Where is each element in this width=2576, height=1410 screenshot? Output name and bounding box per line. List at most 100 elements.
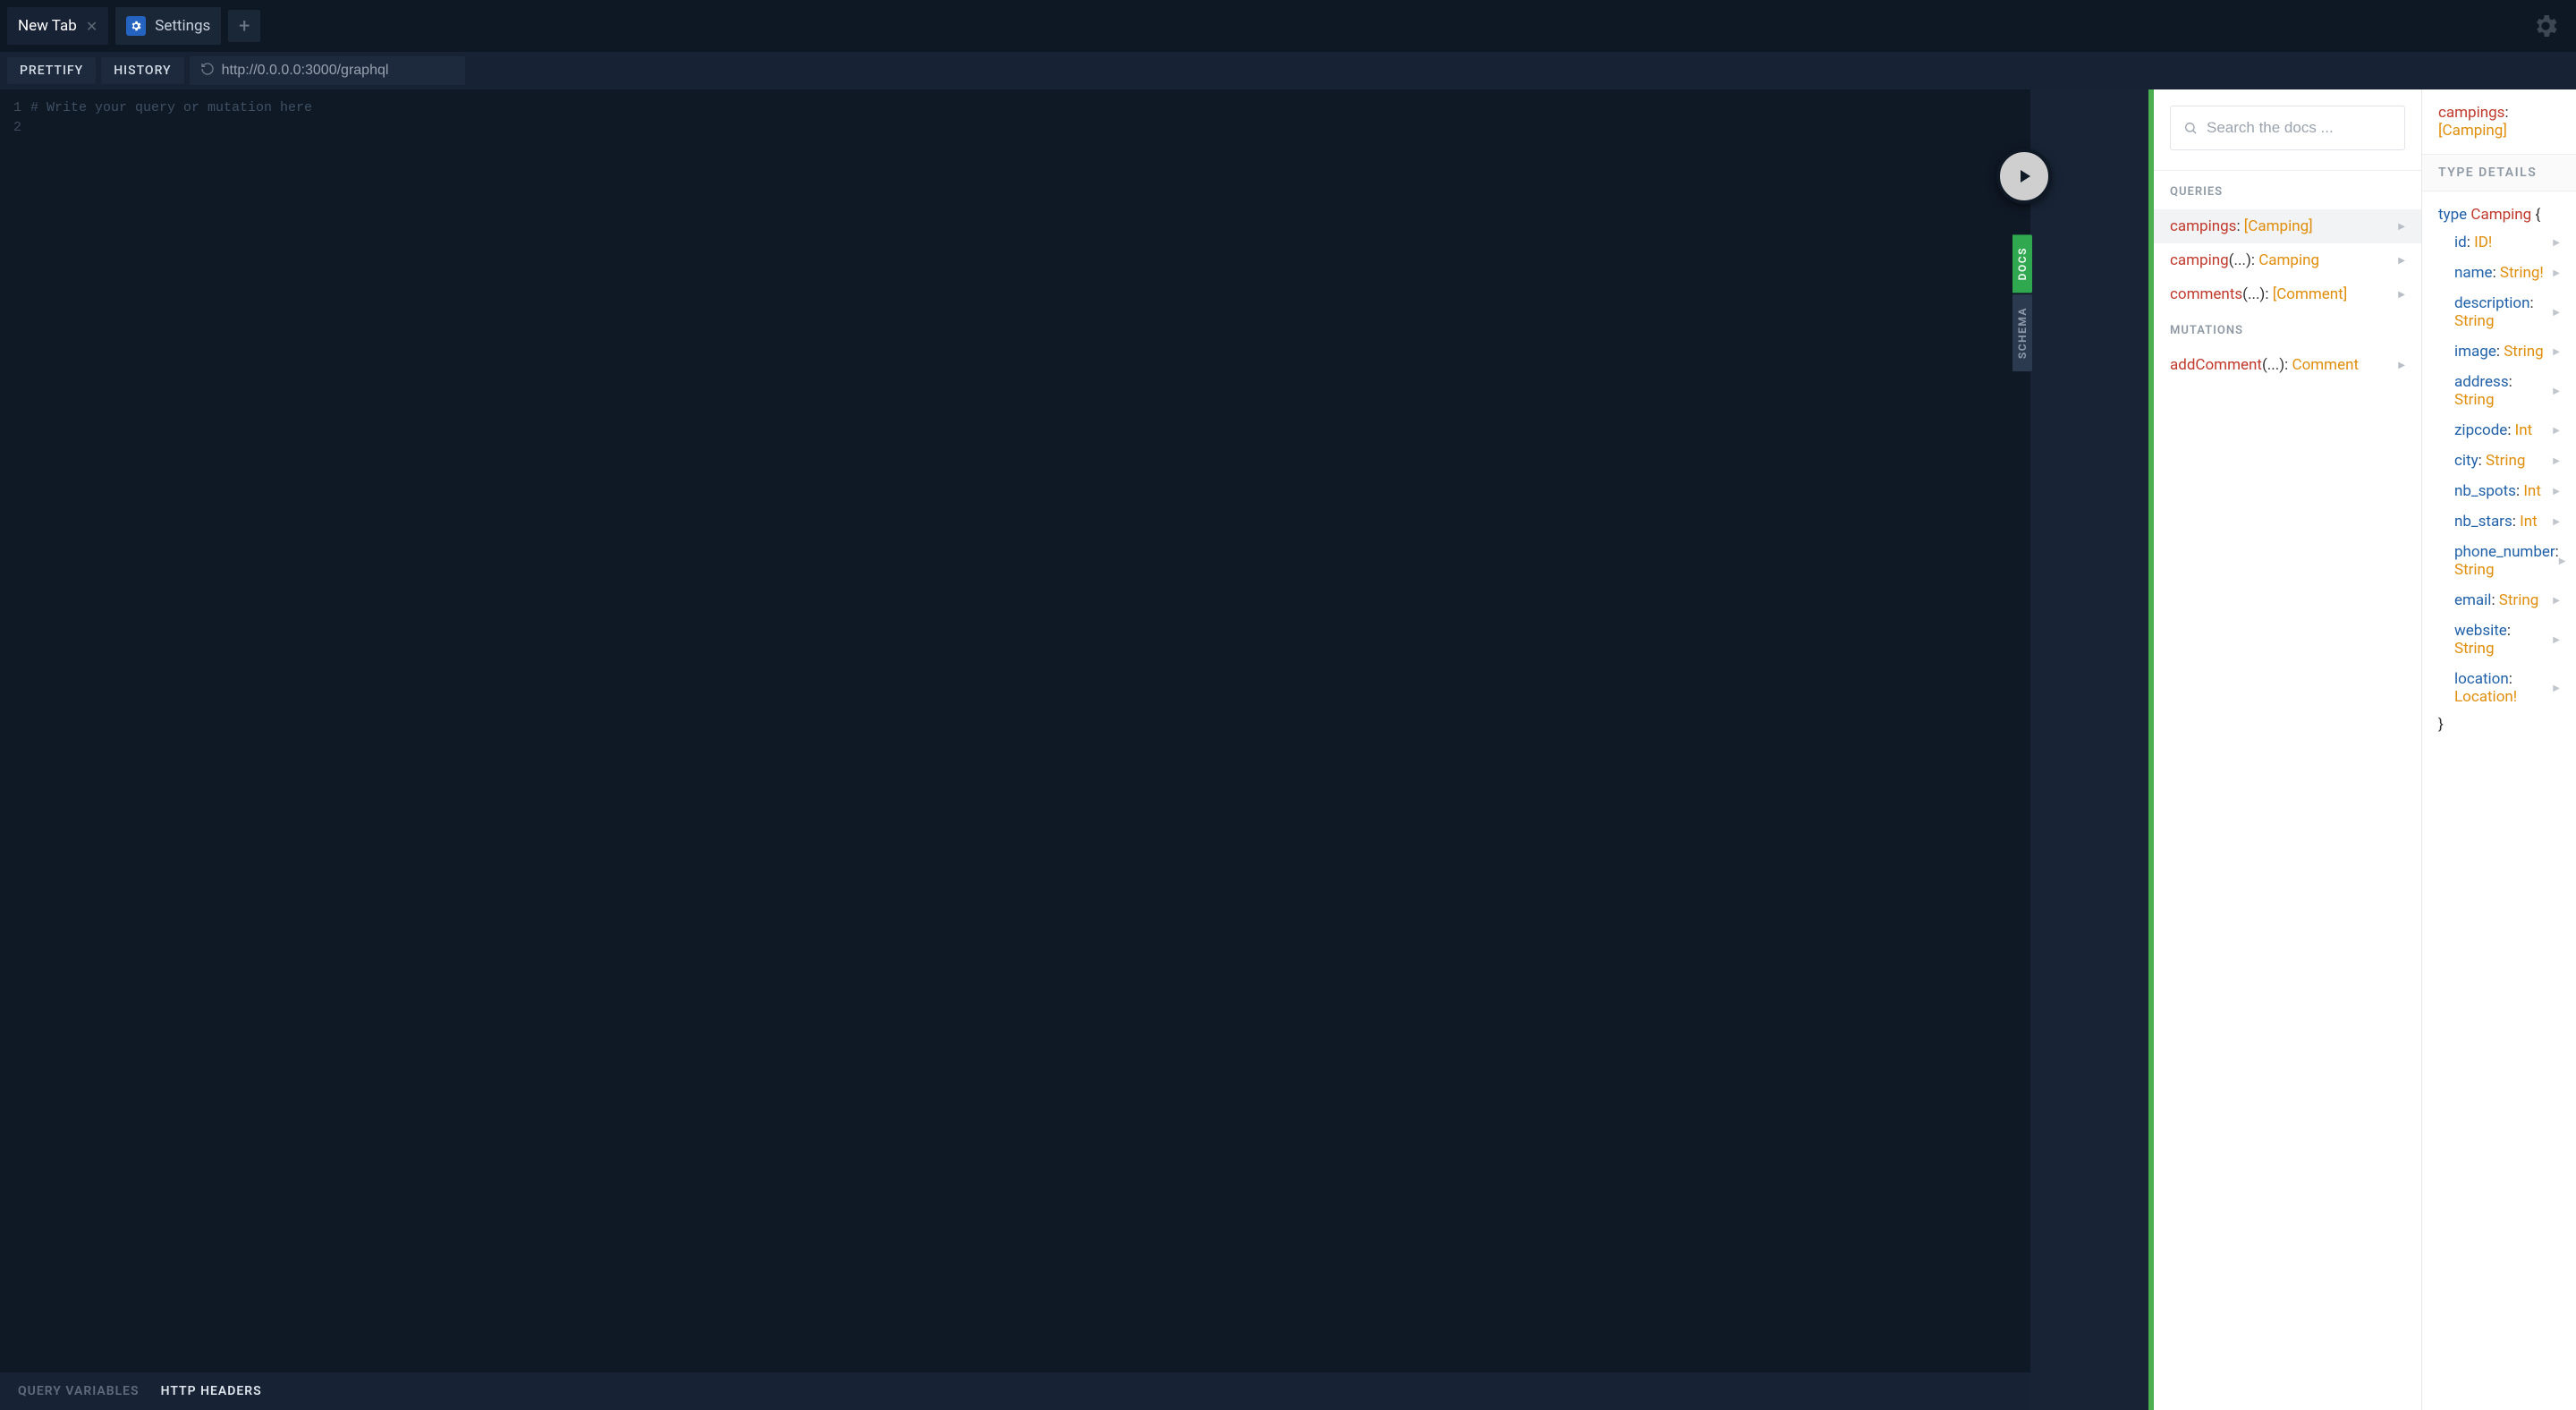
op-args: (...) <box>2242 285 2265 303</box>
close-brace: } <box>2438 716 2444 734</box>
field-name: website <box>2454 622 2507 640</box>
code-area[interactable]: # Write your query or mutation here <box>30 98 312 1372</box>
type-field-city[interactable]: city: String▶ <box>2438 446 2571 476</box>
chevron-right-icon: ▶ <box>2398 222 2405 232</box>
app-settings-button[interactable] <box>2531 12 2560 40</box>
chevron-right-icon: ▶ <box>2553 487 2560 497</box>
type-field-phone_number[interactable]: phone_number: String▶ <box>2438 537 2571 585</box>
tab-new[interactable]: New Tab ✕ <box>7 7 108 45</box>
chevron-right-icon: ▶ <box>2553 268 2560 278</box>
breadcrumb-field: campings <box>2438 104 2504 122</box>
type-keyword: type <box>2438 206 2467 224</box>
field-type: String <box>2454 561 2494 579</box>
type-field-location[interactable]: location: Location!▶ <box>2438 664 2571 712</box>
type-field-description[interactable]: description: String▶ <box>2438 288 2571 336</box>
type-field-name[interactable]: name: String!▶ <box>2438 258 2571 288</box>
breadcrumb-type: [Camping] <box>2438 122 2507 140</box>
field-name: nb_stars <box>2454 513 2512 531</box>
type-body: type Camping { id: ID!▶name: String!▶des… <box>2422 191 2576 750</box>
field-name: image <box>2454 343 2496 361</box>
line-gutter: 1 2 <box>0 98 30 1372</box>
chevron-right-icon: ▶ <box>2553 684 2560 693</box>
search-icon <box>2183 120 2198 136</box>
field-type: String <box>2486 452 2525 470</box>
type-field-zipcode[interactable]: zipcode: Int▶ <box>2438 415 2571 446</box>
field-type: Int <box>2520 513 2538 531</box>
type-breadcrumb: campings: [Camping] <box>2422 89 2576 154</box>
queries-heading: QUERIES <box>2154 180 2421 209</box>
mutations-heading: MUTATIONS <box>2154 319 2421 348</box>
execute-button[interactable] <box>1996 149 2052 204</box>
op-return: Camping <box>2258 251 2319 269</box>
tab-settings[interactable]: Settings <box>115 7 221 45</box>
field-name: id <box>2454 234 2467 251</box>
chevron-right-icon: ▶ <box>2553 426 2560 436</box>
field-name: zipcode <box>2454 421 2507 439</box>
tab-label: Settings <box>155 17 210 35</box>
docs-tab[interactable]: DOCS <box>2012 234 2032 293</box>
docs-search-input[interactable] <box>2207 119 2392 137</box>
docs-panel: QUERIES campings: [Camping] ▶ camping (...)… <box>2154 89 2576 1410</box>
endpoint-input[interactable] <box>222 63 454 79</box>
endpoint-field[interactable] <box>190 56 465 85</box>
type-details-heading: TYPE DETAILS <box>2422 154 2576 191</box>
chevron-right-icon: ▶ <box>2553 456 2560 466</box>
history-button[interactable]: HISTORY <box>101 57 183 84</box>
field-type: ID! <box>2474 234 2492 251</box>
chevron-right-icon: ▶ <box>2553 347 2560 357</box>
toolbar: PRETTIFY HISTORY <box>0 52 2576 89</box>
reload-icon[interactable] <box>200 62 215 80</box>
chevron-right-icon: ▶ <box>2553 635 2560 645</box>
line-number: 2 <box>0 118 21 138</box>
field-name: description <box>2454 294 2530 312</box>
gear-icon <box>126 16 146 36</box>
results-pane: DOCS SCHEMA <box>2030 89 2148 1410</box>
op-name: campings <box>2170 217 2236 235</box>
type-field-image[interactable]: image: String▶ <box>2438 336 2571 367</box>
doc-item-camping[interactable]: camping(...): Camping▶ <box>2154 243 2421 277</box>
doc-item-campings[interactable]: campings: [Camping]▶ <box>2154 209 2421 243</box>
type-field-nb_stars[interactable]: nb_stars: Int▶ <box>2438 506 2571 537</box>
main: 1 2 # Write your query or mutation here … <box>0 89 2576 1410</box>
chevron-right-icon: ▶ <box>2553 517 2560 527</box>
chevron-right-icon: ▶ <box>2553 308 2560 318</box>
doc-item-comments[interactable]: comments(...): [Comment]▶ <box>2154 277 2421 311</box>
op-name: camping <box>2170 251 2229 269</box>
field-type: Location! <box>2454 688 2517 706</box>
op-return: [Comment] <box>2273 285 2348 303</box>
field-name: nb_spots <box>2454 482 2516 500</box>
chevron-right-icon: ▶ <box>2553 386 2560 396</box>
field-type: String <box>2454 312 2494 330</box>
query-editor[interactable]: 1 2 # Write your query or mutation here <box>0 89 2030 1372</box>
type-field-address[interactable]: address: String▶ <box>2438 367 2571 415</box>
chevron-right-icon: ▶ <box>2398 290 2405 300</box>
op-return: Comment <box>2292 356 2360 374</box>
chevron-right-icon: ▶ <box>2398 256 2405 266</box>
query-editor-pane: 1 2 # Write your query or mutation here … <box>0 89 2030 1410</box>
tab-label: New Tab <box>18 17 77 35</box>
field-name: location <box>2454 670 2509 688</box>
tab-query-variables[interactable]: QUERY VARIABLES <box>18 1384 140 1398</box>
type-field-nb_spots[interactable]: nb_spots: Int▶ <box>2438 476 2571 506</box>
chevron-right-icon: ▶ <box>2559 556 2566 566</box>
add-tab-button[interactable]: + <box>228 10 260 42</box>
field-type: String! <box>2500 264 2544 282</box>
schema-tab[interactable]: SCHEMA <box>2012 294 2032 371</box>
op-return: [Camping] <box>2244 217 2313 235</box>
prettify-button[interactable]: PRETTIFY <box>7 57 96 84</box>
docs-search[interactable] <box>2170 106 2405 150</box>
type-field-id[interactable]: id: ID!▶ <box>2438 227 2571 258</box>
field-type: Int <box>2515 421 2533 439</box>
chevron-right-icon: ▶ <box>2553 596 2560 606</box>
editor-bottom-tabs: QUERY VARIABLES HTTP HEADERS <box>0 1372 2030 1410</box>
close-icon[interactable]: ✕ <box>86 18 97 35</box>
play-icon <box>2013 166 2035 187</box>
tab-http-headers[interactable]: HTTP HEADERS <box>161 1384 262 1398</box>
op-name: comments <box>2170 285 2242 303</box>
type-details-column: campings: [Camping] TYPE DETAILS type Ca… <box>2422 89 2576 1410</box>
type-name: Camping <box>2470 206 2531 224</box>
field-name: email <box>2454 591 2491 609</box>
type-field-email[interactable]: email: String▶ <box>2438 585 2571 616</box>
doc-item-addComment[interactable]: addComment(...): Comment▶ <box>2154 348 2421 382</box>
type-field-website[interactable]: website: String▶ <box>2438 616 2571 664</box>
